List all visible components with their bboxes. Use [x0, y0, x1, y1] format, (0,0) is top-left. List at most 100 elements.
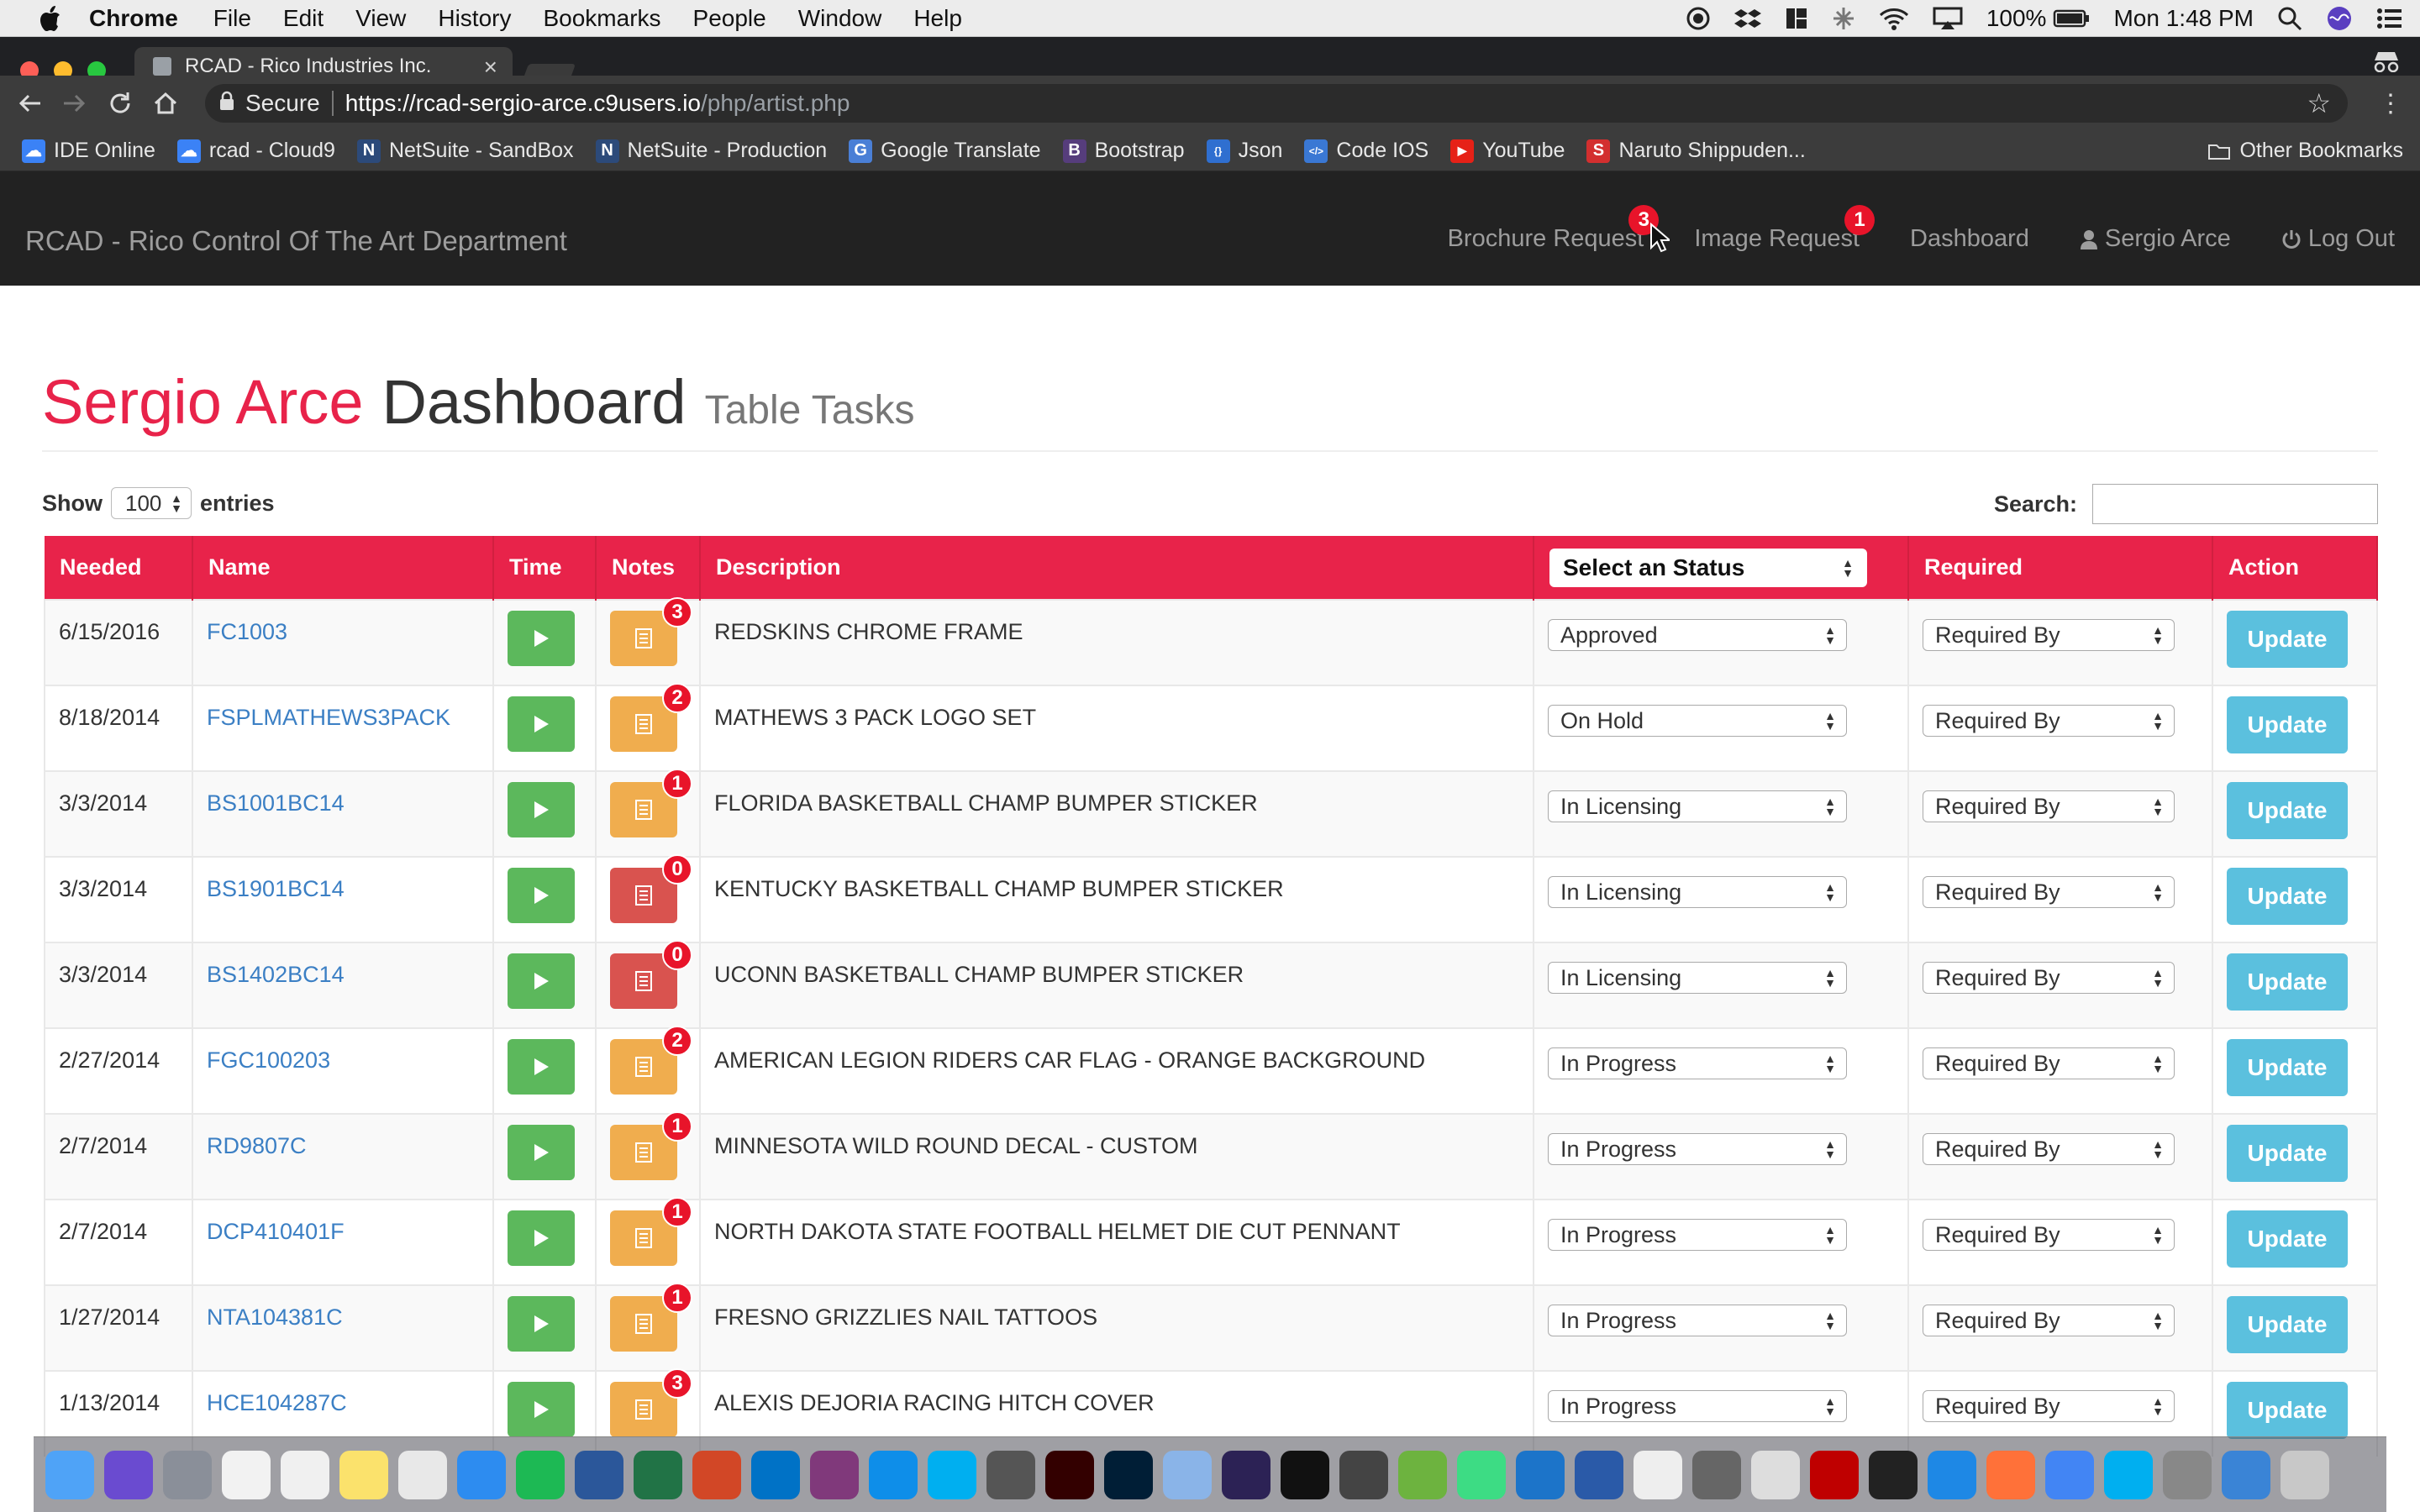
notes-icon[interactable]: [339, 1450, 388, 1499]
bookmark-star-icon[interactable]: ☆: [2307, 87, 2331, 119]
status-select[interactable]: On Hold ▲ ▼: [1548, 705, 1847, 737]
entries-select[interactable]: 100 ▲ ▼: [111, 487, 192, 519]
status-select[interactable]: In Licensing ▲ ▼: [1548, 876, 1847, 908]
bookmark-netsuite-production[interactable]: N NetSuite - Production: [595, 139, 827, 163]
required-by-select[interactable]: Required By ▲ ▼: [1923, 1219, 2175, 1251]
url-host[interactable]: https://rcad-sergio-arce.c9users.io: [345, 90, 701, 117]
intellij-icon[interactable]: [1281, 1450, 1329, 1499]
textedit-icon[interactable]: [398, 1450, 447, 1499]
menu-history[interactable]: History: [438, 5, 511, 32]
chrome-icon[interactable]: [2045, 1450, 2094, 1499]
start-timer-button[interactable]: [508, 868, 575, 923]
excel-icon[interactable]: [634, 1450, 682, 1499]
status-select[interactable]: In Progress ▲ ▼: [1548, 1219, 1847, 1251]
nav-brochure-request[interactable]: Brochure Request 3: [1448, 205, 1660, 251]
update-button[interactable]: Update: [2227, 611, 2348, 668]
start-timer-button[interactable]: [508, 696, 575, 752]
app-store-icon[interactable]: [457, 1450, 506, 1499]
bookmark-netsuite-sandbox[interactable]: N NetSuite - SandBox: [356, 139, 574, 163]
update-button[interactable]: Update: [2227, 1210, 2348, 1268]
notes-button[interactable]: 1: [610, 1197, 692, 1266]
finder-icon[interactable]: [45, 1450, 94, 1499]
update-button[interactable]: Update: [2227, 953, 2348, 1011]
update-button[interactable]: Update: [2227, 868, 2348, 925]
network-icon[interactable]: [1832, 6, 1855, 31]
menu-help[interactable]: Help: [913, 5, 962, 32]
item-name-link[interactable]: BS1001BC14: [192, 770, 494, 857]
text-editor-icon[interactable]: [1751, 1450, 1800, 1499]
notes-button[interactable]: 2: [610, 1026, 692, 1095]
update-button[interactable]: Update: [2227, 1296, 2348, 1353]
notes-button[interactable]: 3: [610, 597, 692, 666]
mysql-workbench-icon[interactable]: [1692, 1450, 1741, 1499]
bookmark-ide-online[interactable]: ☁ IDE Online: [22, 139, 155, 163]
required-by-select[interactable]: Required By ▲ ▼: [1923, 1305, 2175, 1336]
android-studio-icon[interactable]: [1457, 1450, 1506, 1499]
bookmark-google-translate[interactable]: G Google Translate: [849, 139, 1041, 163]
required-by-select[interactable]: Required By ▲ ▼: [1923, 876, 2175, 908]
item-name-link[interactable]: FC1003: [192, 599, 494, 685]
address-bar[interactable]: Secure https://rcad-sergio-arce.c9users.…: [205, 84, 2348, 123]
item-name-link[interactable]: BS1901BC14: [192, 856, 494, 942]
start-timer-button[interactable]: [508, 1296, 575, 1352]
search-input[interactable]: [2092, 484, 2378, 524]
spring-icon[interactable]: [1398, 1450, 1447, 1499]
item-name-link[interactable]: FSPLMATHEWS3PACK: [192, 685, 494, 771]
trash-icon[interactable]: [2281, 1450, 2329, 1499]
menu-view[interactable]: View: [355, 5, 406, 32]
word-icon[interactable]: [575, 1450, 623, 1499]
start-timer-button[interactable]: [508, 1382, 575, 1437]
required-by-select[interactable]: Required By ▲ ▼: [1923, 962, 2175, 994]
home-icon[interactable]: [150, 87, 182, 119]
bookmark-bootstrap[interactable]: B Bootstrap: [1062, 139, 1185, 163]
skype-dock-icon[interactable]: [2104, 1450, 2153, 1499]
menu-file[interactable]: File: [213, 5, 251, 32]
photoshop-icon[interactable]: [1104, 1450, 1153, 1499]
status-select[interactable]: In Progress ▲ ▼: [1548, 1390, 1847, 1422]
col-description[interactable]: Description: [700, 536, 1534, 600]
system-preferences-icon[interactable]: [2163, 1450, 2212, 1499]
powerpoint-icon[interactable]: [692, 1450, 741, 1499]
siri-icon[interactable]: [104, 1450, 153, 1499]
sequel-pro-icon[interactable]: [1634, 1450, 1682, 1499]
siri-icon[interactable]: [2326, 5, 2353, 32]
bookmark-rcad-cloud9[interactable]: ☁ rcad - Cloud9: [176, 139, 335, 163]
calendar-icon[interactable]: [222, 1450, 271, 1499]
back-arrow-icon[interactable]: [13, 87, 45, 119]
notes-button[interactable]: 1: [610, 1283, 692, 1352]
firefox-icon[interactable]: [1986, 1450, 2035, 1499]
update-button[interactable]: Update: [2227, 1039, 2348, 1096]
status-select[interactable]: Approved ▲ ▼: [1548, 619, 1847, 651]
menu-app-chrome[interactable]: Chrome: [89, 5, 178, 32]
update-button[interactable]: Update: [2227, 1382, 2348, 1439]
notes-button[interactable]: 0: [610, 940, 692, 1009]
window-manager-icon[interactable]: [1785, 6, 1808, 31]
menu-edit[interactable]: Edit: [283, 5, 324, 32]
status-filter-select[interactable]: Select an Status ▲ ▼: [1549, 548, 1867, 587]
xcode-icon[interactable]: [1516, 1450, 1565, 1499]
col-notes[interactable]: Notes: [596, 536, 701, 600]
illustrator-icon[interactable]: [1045, 1450, 1094, 1499]
nav-user[interactable]: Sergio Arce: [2080, 227, 2231, 251]
update-button[interactable]: Update: [2227, 696, 2348, 753]
required-by-select[interactable]: Required By ▲ ▼: [1923, 619, 2175, 651]
start-timer-button[interactable]: [508, 1125, 575, 1180]
teamviewer-icon[interactable]: [869, 1450, 918, 1499]
required-by-select[interactable]: Required By ▲ ▼: [1923, 1133, 2175, 1165]
bookmark-json[interactable]: {} Json: [1206, 139, 1282, 163]
required-by-select[interactable]: Required By ▲ ▼: [1923, 705, 2175, 737]
apple-icon[interactable]: [34, 2, 67, 35]
itunes-icon[interactable]: [281, 1450, 329, 1499]
menubar-clock[interactable]: Mon 1:48 PM: [2113, 5, 2254, 32]
bookmark-code-ios[interactable]: </> Code IOS: [1304, 139, 1428, 163]
url-path[interactable]: /php/artist.php: [701, 90, 850, 117]
menu-window[interactable]: Window: [798, 5, 882, 32]
col-action[interactable]: Action: [2212, 536, 2378, 600]
outlook-icon[interactable]: [751, 1450, 800, 1499]
notes-button[interactable]: 1: [610, 769, 692, 837]
required-by-select[interactable]: Required By ▲ ▼: [1923, 790, 2175, 822]
onenote-icon[interactable]: [810, 1450, 859, 1499]
item-name-link[interactable]: BS1402BC14: [192, 942, 494, 1028]
chrome-menu-icon[interactable]: ⋮: [2378, 89, 2403, 118]
col-name[interactable]: Name: [192, 536, 494, 600]
